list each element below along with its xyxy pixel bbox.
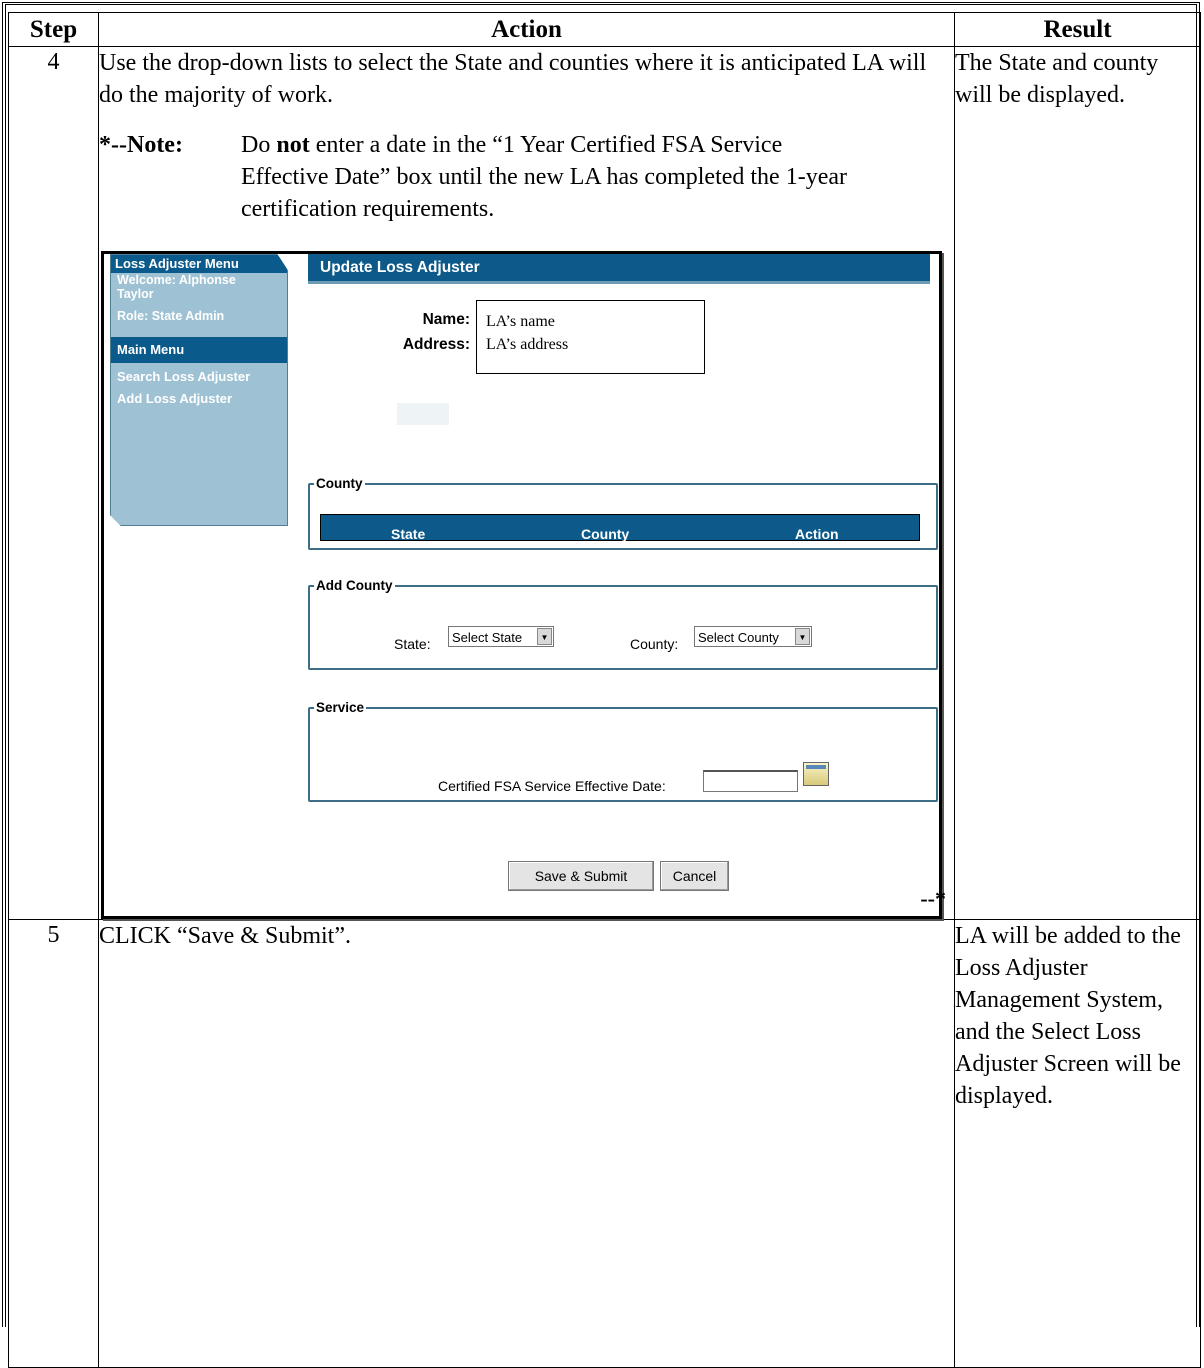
main-menu-header: Main Menu bbox=[111, 337, 287, 363]
result-text: LA will be added to the Loss Adjuster Ma… bbox=[954, 919, 1201, 1368]
note-post: enter a date in the “1 Year Certified FS… bbox=[241, 132, 847, 222]
add-county-group: Add County State: Select State ▼ County:… bbox=[308, 570, 938, 670]
save-submit-button[interactable]: Save & Submit bbox=[508, 861, 654, 891]
header-step: Step bbox=[8, 12, 99, 47]
role-text: Role: State Admin bbox=[117, 309, 225, 323]
chevron-down-icon: ▼ bbox=[795, 628, 810, 645]
sidebar: Loss Adjuster Menu Welcome: Alphonse Tay… bbox=[110, 254, 288, 526]
action-text: Use the drop-down lists to select the St… bbox=[99, 50, 927, 108]
step-number: 4 bbox=[8, 46, 99, 920]
add-county-legend: Add County bbox=[316, 578, 393, 593]
county-select[interactable]: Select County ▼ bbox=[694, 626, 812, 647]
service-date-input[interactable] bbox=[703, 770, 798, 792]
address-value: LA’s address bbox=[486, 336, 569, 353]
col-county: County bbox=[581, 526, 630, 542]
note: *--Note: Do not enter a date in the “1 Y… bbox=[99, 129, 954, 225]
action-cell: Use the drop-down lists to select the St… bbox=[98, 46, 955, 920]
county-table-header: State County Action bbox=[320, 514, 920, 542]
note-body: Do not enter a date in the “1 Year Certi… bbox=[241, 129, 861, 225]
note-bold: not bbox=[276, 132, 310, 158]
calendar-icon[interactable] bbox=[803, 762, 829, 786]
sidebar-title: Loss Adjuster Menu bbox=[111, 255, 287, 273]
screen-capture: Loss Adjuster Menu Welcome: Alphonse Tay… bbox=[101, 251, 942, 919]
col-state: State bbox=[391, 526, 426, 542]
sidebar-item-search-loss-adjuster[interactable]: Search Loss Adjuster bbox=[111, 363, 287, 390]
service-legend: Service bbox=[316, 700, 365, 715]
county-group: County State County Action bbox=[308, 468, 938, 550]
table-row: 5 CLICK “Save & Submit”. LA will be adde… bbox=[8, 919, 1201, 1368]
action-text: CLICK “Save & Submit”. bbox=[98, 919, 955, 1368]
faded-field bbox=[393, 398, 533, 426]
state-select-value: Select State bbox=[452, 630, 523, 645]
page-title: Update Loss Adjuster bbox=[308, 254, 930, 284]
service-group: Service Certified FSA Service Effective … bbox=[308, 692, 938, 802]
note-pre: Do bbox=[241, 132, 277, 158]
step-number: 5 bbox=[8, 919, 99, 1368]
result-text: The State and county will be displayed. bbox=[954, 46, 1201, 920]
county-legend: County bbox=[316, 476, 363, 491]
table-row: 4 Use the drop-down lists to select the … bbox=[8, 46, 1201, 920]
county-label: County: bbox=[630, 636, 679, 652]
chevron-down-icon: ▼ bbox=[537, 628, 552, 645]
name-value: LA’s name bbox=[486, 313, 555, 330]
service-date-label: Certified FSA Service Effective Date: bbox=[438, 778, 666, 794]
name-address-box: LA’s name LA’s address bbox=[476, 300, 705, 374]
state-select[interactable]: Select State ▼ bbox=[448, 626, 554, 647]
cancel-button[interactable]: Cancel bbox=[660, 861, 729, 891]
col-action: Action bbox=[795, 526, 839, 542]
note-label: *--Note: bbox=[99, 132, 183, 158]
address-label: Address: bbox=[402, 336, 470, 353]
header-action: Action bbox=[98, 12, 955, 47]
table-header-row: Step Action Result bbox=[8, 12, 1201, 47]
county-select-value: Select County bbox=[698, 630, 779, 645]
sidebar-item-add-loss-adjuster[interactable]: Add Loss Adjuster bbox=[111, 390, 287, 408]
welcome-text: Welcome: Alphonse Taylor bbox=[117, 273, 236, 301]
state-label: State: bbox=[394, 636, 431, 652]
header-result: Result bbox=[954, 12, 1201, 47]
procedure-table: Step Action Result 4 Use the drop-down l… bbox=[8, 12, 1201, 1368]
end-marker: --* bbox=[920, 886, 946, 911]
